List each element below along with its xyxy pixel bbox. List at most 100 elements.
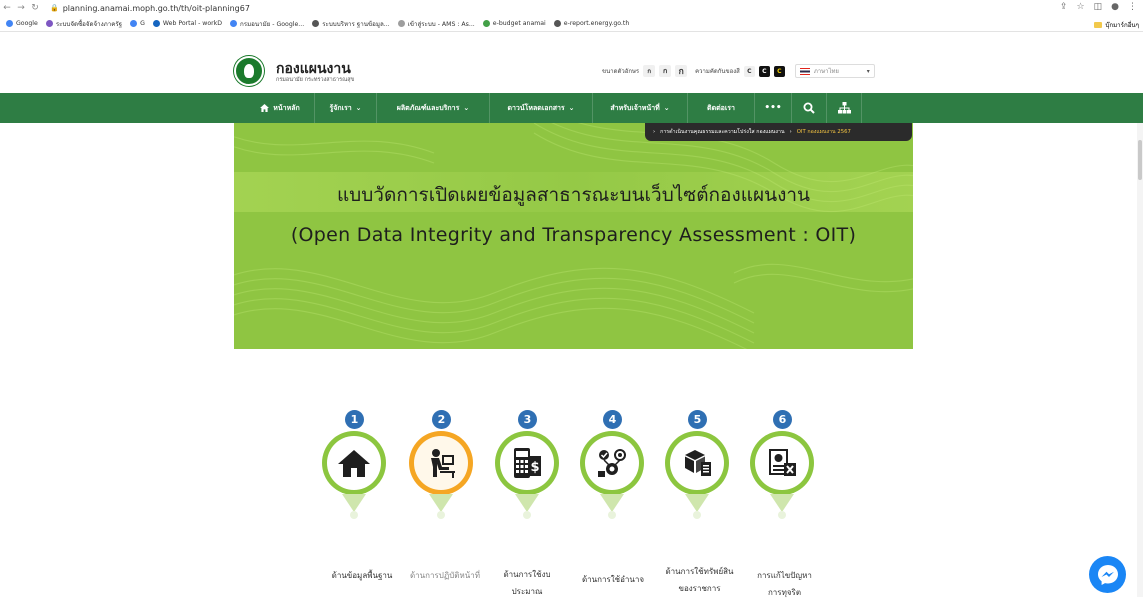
svg-text:$: $ — [530, 460, 539, 475]
card-label-duty[interactable]: ด้านการปฏิบัติหน้าที่ — [400, 570, 490, 582]
scrollbar-thumb[interactable] — [1138, 140, 1142, 180]
sitemap-button[interactable] — [827, 93, 861, 123]
search-button[interactable] — [792, 93, 826, 123]
url-field[interactable]: 🔒 planning.anamai.moph.go.th/th/oit-plan… — [50, 4, 250, 13]
contrast-yellow-button[interactable]: C — [773, 65, 785, 77]
profile-icon[interactable]: ● — [1111, 2, 1119, 12]
card-label-assets[interactable]: ด้านการใช้ทรัพย์สิน ของราชการ — [657, 566, 742, 595]
label-line: ประมาณ — [511, 587, 543, 596]
star-icon[interactable]: ☆ — [1077, 2, 1085, 12]
bookmark-item[interactable]: เข้าสู่ระบบ - AMS : As... — [397, 19, 475, 29]
card-pin — [429, 494, 453, 512]
bookmark-item[interactable]: e-report.energy.go.th — [553, 20, 630, 27]
font-medium-button[interactable]: ก — [659, 65, 672, 77]
breadcrumb-current: OIT กองแผนงาน 2567 — [796, 129, 851, 135]
language-label: ภาษาไทย — [813, 68, 839, 75]
bookmark-item[interactable]: G — [130, 20, 145, 27]
bookmark-label: ระบบบริหาร ฐานข้อมูล... — [322, 20, 390, 28]
site-header: กองแผนงาน กรมอนามัย กระทรวงสาธารณสุข ขนา… — [234, 52, 909, 92]
card-pin-shadow — [778, 511, 786, 519]
font-large-button[interactable]: ก — [675, 65, 688, 77]
font-small-button[interactable]: ก — [643, 65, 656, 77]
card-label-basic-info[interactable]: ด้านข้อมูลพื้นฐาน — [322, 570, 402, 582]
calculator-money-icon: $ — [514, 448, 541, 478]
card-authority[interactable]: 4 — [580, 410, 644, 540]
bookmark-label: กรมอนามัย - Google... — [240, 20, 305, 28]
nav-products[interactable]: ผลิตภัณฑ์และบริการ ⌄ — [377, 93, 489, 123]
bookmark-label: G — [140, 20, 145, 27]
menu-icon[interactable]: ⋮ — [1128, 2, 1137, 12]
card-assets[interactable]: 5 — [665, 410, 729, 540]
card-budget[interactable]: 3 $ — [495, 410, 559, 540]
house-icon — [338, 450, 370, 477]
banner-subtitle: (Open Data Integrity and Transparency As… — [290, 224, 857, 246]
bookmark-item[interactable]: ระบบจัดซื้อจัดจ้างภาครัฐ — [45, 19, 122, 29]
forward-icon[interactable]: → — [14, 3, 28, 13]
url-text[interactable]: planning.anamai.moph.go.th/th/oit-planni… — [63, 4, 250, 13]
nav-staff[interactable]: สำหรับเจ้าหน้าที่ ⌄ — [593, 93, 687, 123]
accessibility-tools: ขนาดตัวอักษร ก ก ก ความคัดกันของสี C C C… — [602, 64, 875, 78]
card-pin-shadow — [608, 511, 616, 519]
page-scrollbar[interactable] — [1137, 123, 1143, 597]
other-bookmarks[interactable]: บุ๊กมาร์กอื่นๆ — [1094, 20, 1139, 30]
bookmark-favicon-icon — [482, 20, 490, 27]
browser-address-bar: ← → ↻ 🔒 planning.anamai.moph.go.th/th/oi… — [0, 0, 1143, 16]
folder-icon — [1094, 22, 1103, 28]
nav-home[interactable]: หน้าหลัก — [246, 93, 314, 123]
nav-contact[interactable]: ติดต่อเรา — [688, 93, 754, 123]
main-navbar: หน้าหลัก รู้จักเรา ⌄ ผลิตภัณฑ์และบริการ ⌄ … — [0, 93, 1143, 123]
contrast-label: ความคัดกันของสี — [695, 68, 740, 75]
language-select[interactable]: ภาษาไทย ▾ — [794, 64, 875, 78]
bookmark-favicon-icon — [397, 20, 405, 27]
bookmarks-bar: Google ระบบจัดซื้อจัดจ้างภาครัฐ G Web Porta… — [0, 16, 1143, 32]
reload-icon[interactable]: ↻ — [28, 3, 42, 13]
contrast-normal-button[interactable]: C — [743, 65, 755, 77]
card-disc-inner: $ — [500, 436, 554, 490]
bookmark-item[interactable]: e-budget anamai — [482, 20, 546, 27]
back-icon[interactable]: ← — [0, 3, 14, 13]
sidepanel-icon[interactable]: ◫ — [1094, 2, 1103, 12]
label-line: ของราชการ — [678, 584, 721, 593]
nav-about[interactable]: รู้จักเรา ⌄ — [315, 93, 376, 123]
assets-boxes-icon — [685, 450, 711, 476]
card-label-budget[interactable]: ด้านการใช้งบ ประมาณ — [497, 569, 557, 598]
card-label-anticorruption[interactable]: การแก้ไขปัญหา การทุจริต — [747, 570, 822, 599]
site-subtitle: กรมอนามัย กระทรวงสาธารณสุข — [276, 77, 355, 83]
messenger-chat-button[interactable] — [1089, 556, 1126, 593]
banner-title: แบบวัดการเปิดเผยข้อมูลสาธารณะบนเว็บไซต์ก… — [336, 184, 811, 206]
bookmark-label: e-report.energy.go.th — [563, 20, 630, 27]
bookmark-item[interactable]: Web Portal - workD — [152, 20, 222, 27]
card-pin — [685, 494, 709, 512]
more-button[interactable]: ••• — [755, 93, 791, 123]
bookmark-item[interactable]: กรมอนามัย - Google... — [230, 19, 304, 29]
card-pin — [342, 494, 366, 512]
bookmark-item[interactable]: ระบบบริหาร ฐานข้อมูล... — [312, 19, 390, 29]
contrast-dark-button[interactable]: C — [758, 65, 770, 77]
label-line: การแก้ไขปัญหา — [757, 571, 812, 580]
breadcrumb-item[interactable]: การดำเนินงานคุณธรรมและความโปร่งใส กองแผน… — [660, 128, 784, 136]
department-logo[interactable] — [234, 56, 264, 86]
worker-desk-icon — [431, 449, 455, 478]
card-duty[interactable]: 2 — [409, 410, 473, 540]
card-basic-info[interactable]: 1 — [322, 410, 386, 540]
card-anticorruption[interactable]: 6 — [750, 410, 814, 540]
sitemap-icon — [837, 102, 851, 114]
nav-items: หน้าหลัก รู้จักเรา ⌄ ผลิตภัณฑ์และบริการ ⌄ … — [246, 93, 862, 123]
font-size-label: ขนาดตัวอักษร — [602, 68, 640, 75]
card-disc-inner — [670, 436, 724, 490]
chevron-down-icon: ⌄ — [463, 104, 470, 112]
card-label-authority[interactable]: ด้านการใช้อำนาจ — [568, 574, 658, 586]
bookmark-item[interactable]: Google — [6, 20, 38, 27]
fraud-document-icon — [769, 449, 796, 476]
card-disc — [322, 431, 386, 495]
card-pin — [770, 494, 794, 512]
card-number: 3 — [518, 410, 537, 429]
search-icon — [803, 102, 815, 114]
card-pin-shadow — [350, 511, 358, 519]
bookmark-favicon-icon — [130, 20, 138, 27]
chevron-down-icon: ⌄ — [663, 104, 670, 112]
nav-downloads[interactable]: ดาวน์โหลดเอกสาร ⌄ — [490, 93, 592, 123]
bookmark-favicon-icon — [152, 20, 160, 27]
share-icon[interactable]: ⇪ — [1060, 2, 1068, 12]
card-pin — [515, 494, 539, 512]
